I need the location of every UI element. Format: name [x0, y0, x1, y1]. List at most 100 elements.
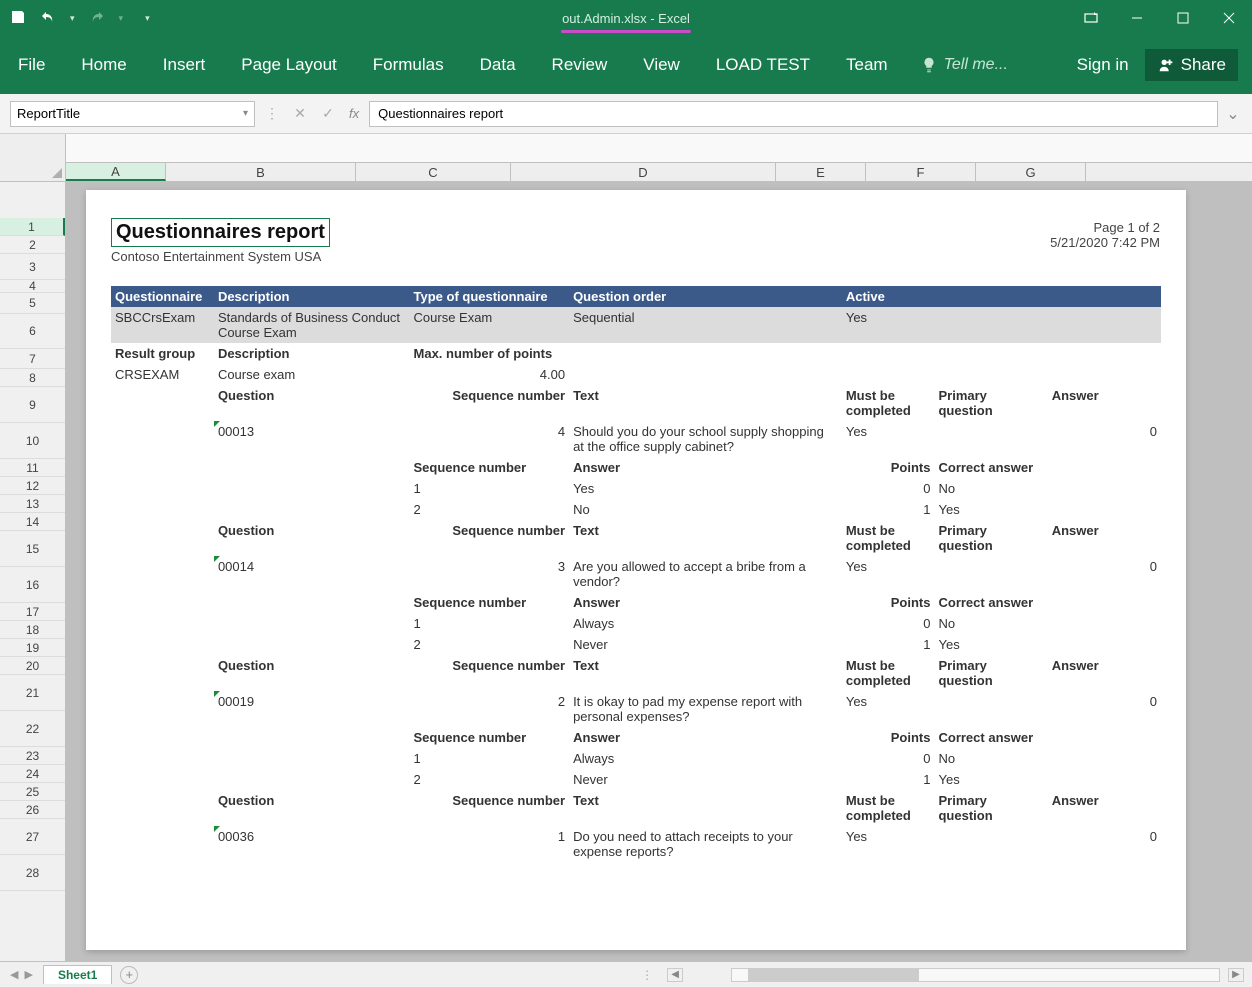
- cell: [214, 457, 410, 478]
- cell: Answer: [569, 592, 842, 613]
- tab-file[interactable]: File: [14, 49, 49, 81]
- page-number-label: Page 1 of 2: [1050, 220, 1160, 235]
- row-header-7[interactable]: 7: [0, 349, 65, 369]
- row-header-8[interactable]: 8: [0, 369, 65, 387]
- cell: Primary question: [934, 520, 1047, 556]
- row-header-4[interactable]: 4: [0, 280, 65, 293]
- row-header-15[interactable]: 15: [0, 531, 65, 567]
- sheet-tab-sheet1[interactable]: Sheet1: [43, 965, 112, 984]
- share-button[interactable]: Share: [1145, 49, 1238, 81]
- tab-insert[interactable]: Insert: [159, 49, 210, 81]
- row-header-19[interactable]: 19: [0, 639, 65, 657]
- close-icon[interactable]: [1206, 0, 1252, 36]
- cell: 0: [842, 613, 935, 634]
- hscroll-right-icon[interactable]: ▶: [1228, 968, 1244, 982]
- row-header-18[interactable]: 18: [0, 621, 65, 639]
- row-header-22[interactable]: 22: [0, 711, 65, 747]
- fx-icon[interactable]: fx: [349, 106, 359, 121]
- select-all-corner[interactable]: [0, 134, 65, 182]
- cell: Primary question: [934, 385, 1047, 421]
- horizontal-scrollbar[interactable]: [731, 968, 1220, 982]
- row-header-6[interactable]: 6: [0, 314, 65, 349]
- cell: [1048, 592, 1161, 613]
- column-header-E[interactable]: E: [776, 163, 866, 181]
- cell: [1048, 307, 1161, 343]
- cell: Yes: [934, 769, 1047, 790]
- column-header-F[interactable]: F: [866, 163, 976, 181]
- cell: Course exam: [214, 364, 410, 385]
- new-sheet-button[interactable]: +: [120, 966, 138, 984]
- column-header-G[interactable]: G: [976, 163, 1086, 181]
- row-header-17[interactable]: 17: [0, 603, 65, 621]
- row-header-28[interactable]: 28: [0, 855, 65, 891]
- tell-me-search[interactable]: Tell me...: [920, 56, 1008, 74]
- column-header-C[interactable]: C: [356, 163, 511, 181]
- formula-input[interactable]: Questionnaires report: [369, 101, 1218, 127]
- row-header-13[interactable]: 13: [0, 495, 65, 513]
- row-header-16[interactable]: 16: [0, 567, 65, 603]
- expand-formula-bar-icon[interactable]: ⌄: [1224, 104, 1242, 124]
- cell: Answer: [1048, 385, 1161, 421]
- undo-icon[interactable]: [40, 9, 56, 28]
- row-header-25[interactable]: 25: [0, 783, 65, 801]
- cell: 00014: [214, 556, 410, 592]
- row-header-20[interactable]: 20: [0, 657, 65, 675]
- tab-home[interactable]: Home: [77, 49, 130, 81]
- cell: [111, 421, 214, 457]
- cell: 2: [410, 691, 570, 727]
- column-header-A[interactable]: A: [66, 163, 166, 181]
- formula-options-icon[interactable]: ⋮: [261, 105, 283, 122]
- cell: [934, 307, 1047, 343]
- tab-formulas[interactable]: Formulas: [369, 49, 448, 81]
- tab-team[interactable]: Team: [842, 49, 892, 81]
- cell: [111, 556, 214, 592]
- chevron-down-icon[interactable]: ▾: [243, 108, 248, 119]
- row-header-14[interactable]: 14: [0, 513, 65, 531]
- row-header-24[interactable]: 24: [0, 765, 65, 783]
- row-header-10[interactable]: 10: [0, 423, 65, 459]
- sheet-nav-arrows[interactable]: ◀▶: [8, 968, 35, 981]
- row-headers: 1234567891011121314151617181920212223242…: [0, 182, 65, 961]
- minimize-icon[interactable]: [1114, 0, 1160, 36]
- column-header-D[interactable]: D: [511, 163, 776, 181]
- undo-dropdown-icon[interactable]: ▾: [70, 13, 75, 24]
- cell: Max. number of points: [410, 343, 842, 364]
- ribbon-display-options-icon[interactable]: [1068, 0, 1114, 36]
- tab-data[interactable]: Data: [476, 49, 520, 81]
- qat-customize-icon[interactable]: ▾: [145, 13, 150, 24]
- cancel-formula-icon[interactable]: ✕: [289, 105, 311, 122]
- row-header-5[interactable]: 5: [0, 293, 65, 314]
- cell: 1: [410, 826, 570, 862]
- sign-in-link[interactable]: Sign in: [1073, 49, 1133, 81]
- hscroll-left-icon[interactable]: ◀: [667, 968, 683, 982]
- cell: Yes: [842, 691, 935, 727]
- enter-formula-icon[interactable]: ✓: [317, 105, 339, 122]
- window-controls: [1068, 0, 1252, 36]
- tab-page-layout[interactable]: Page Layout: [237, 49, 340, 81]
- row-header-12[interactable]: 12: [0, 477, 65, 495]
- tab-split-handle[interactable]: ⋮: [641, 968, 653, 982]
- cell: [111, 826, 214, 862]
- row-header-27[interactable]: 27: [0, 819, 65, 855]
- row-header-11[interactable]: 11: [0, 459, 65, 477]
- name-box[interactable]: ReportTitle ▾: [10, 101, 255, 127]
- cell: Answer: [1048, 655, 1161, 691]
- row-header-26[interactable]: 26: [0, 801, 65, 819]
- row-header-21[interactable]: 21: [0, 675, 65, 711]
- row-header-9[interactable]: 9: [0, 387, 65, 423]
- cell: 1: [842, 769, 935, 790]
- redo-icon[interactable]: [89, 9, 105, 28]
- column-header-B[interactable]: B: [166, 163, 356, 181]
- save-icon[interactable]: [10, 9, 26, 28]
- row-header-3[interactable]: 3: [0, 254, 65, 280]
- page-view[interactable]: Page 1 of 2 5/21/2020 7:42 PM Questionna…: [86, 190, 1186, 950]
- tab-view[interactable]: View: [639, 49, 684, 81]
- row-header-23[interactable]: 23: [0, 747, 65, 765]
- redo-dropdown-icon[interactable]: ▾: [119, 13, 124, 24]
- cell: [111, 727, 214, 748]
- tab-load-test[interactable]: LOAD TEST: [712, 49, 814, 81]
- row-header-1[interactable]: 1: [0, 218, 65, 236]
- row-header-2[interactable]: 2: [0, 236, 65, 254]
- tab-review[interactable]: Review: [548, 49, 612, 81]
- maximize-icon[interactable]: [1160, 0, 1206, 36]
